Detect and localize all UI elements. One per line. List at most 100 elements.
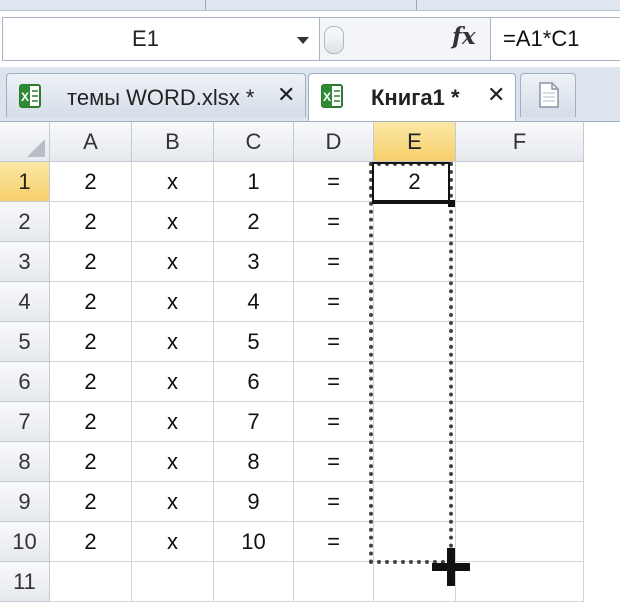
cell-f8[interactable] [456, 442, 584, 482]
cell-c10[interactable]: 10 [214, 522, 294, 562]
cell-a1[interactable]: 2 [50, 162, 132, 202]
column-header-c[interactable]: C [214, 122, 294, 162]
cell-b7[interactable]: x [132, 402, 214, 442]
cell-c5[interactable]: 5 [214, 322, 294, 362]
cell-c1[interactable]: 1 [214, 162, 294, 202]
formula-input[interactable]: =A1*C1 [490, 17, 620, 61]
cell-d4[interactable]: = [294, 282, 374, 322]
formula-text: =A1*C1 [503, 26, 580, 51]
formula-controls: fx [320, 17, 490, 61]
close-icon[interactable]: ✕ [277, 82, 295, 108]
cell-f4[interactable] [456, 282, 584, 322]
tab-workbook-kniga1[interactable]: X Книга1 * ✕ [308, 73, 516, 121]
row-header-1[interactable]: 1 [0, 162, 50, 202]
workbook-tab-bar: X темы WORD.xlsx * ✕ X Книга1 * ✕ [0, 67, 620, 122]
row-header-10[interactable]: 10 [0, 522, 50, 562]
cell-d1[interactable]: = [294, 162, 374, 202]
cell-a4[interactable]: 2 [50, 282, 132, 322]
active-cell-border [372, 162, 450, 204]
cell-f1[interactable] [456, 162, 584, 202]
cell-b2[interactable]: x [132, 202, 214, 242]
cell-f9[interactable] [456, 482, 584, 522]
row-header-5[interactable]: 5 [0, 322, 50, 362]
cell-c3[interactable]: 3 [214, 242, 294, 282]
cell-d3[interactable]: = [294, 242, 374, 282]
cell-f7[interactable] [456, 402, 584, 442]
fill-handle[interactable] [448, 200, 455, 207]
ribbon-bottom-edge [0, 0, 620, 11]
cell-a5[interactable]: 2 [50, 322, 132, 362]
chevron-down-icon[interactable] [297, 37, 309, 44]
column-header-b[interactable]: B [132, 122, 214, 162]
cell-c8[interactable]: 8 [214, 442, 294, 482]
select-all-corner[interactable] [0, 122, 50, 162]
cell-d10[interactable]: = [294, 522, 374, 562]
cell-c9[interactable]: 9 [214, 482, 294, 522]
cell-d2[interactable]: = [294, 202, 374, 242]
tab-workbook-temy-word[interactable]: X темы WORD.xlsx * ✕ [6, 73, 306, 117]
cell-a7[interactable]: 2 [50, 402, 132, 442]
cell-c11[interactable] [214, 562, 294, 602]
cell-d8[interactable]: = [294, 442, 374, 482]
name-box-value: E1 [132, 26, 159, 51]
row-header-3[interactable]: 3 [0, 242, 50, 282]
tab-label: темы WORD.xlsx * [67, 85, 255, 110]
cell-b10[interactable]: x [132, 522, 214, 562]
cell-c6[interactable]: 6 [214, 362, 294, 402]
cell-d5[interactable]: = [294, 322, 374, 362]
cell-b3[interactable]: x [132, 242, 214, 282]
row-header-7[interactable]: 7 [0, 402, 50, 442]
cell-d6[interactable]: = [294, 362, 374, 402]
cell-a11[interactable] [50, 562, 132, 602]
cell-d7[interactable]: = [294, 402, 374, 442]
cell-f6[interactable] [456, 362, 584, 402]
column-header-f[interactable]: F [456, 122, 584, 162]
fill-range-outline [369, 162, 453, 564]
column-header-e[interactable]: E [374, 122, 456, 162]
cell-b5[interactable]: x [132, 322, 214, 362]
row-header-4[interactable]: 4 [0, 282, 50, 322]
cell-d9[interactable]: = [294, 482, 374, 522]
name-box[interactable]: E1 [2, 17, 320, 61]
cell-b6[interactable]: x [132, 362, 214, 402]
cell-f3[interactable] [456, 242, 584, 282]
cell-f10[interactable] [456, 522, 584, 562]
close-icon[interactable]: ✕ [487, 82, 505, 108]
cell-d11[interactable] [294, 562, 374, 602]
tab-label: Книга1 * [371, 85, 460, 110]
column-header-a[interactable]: A [50, 122, 132, 162]
cell-a2[interactable]: 2 [50, 202, 132, 242]
row-header-6[interactable]: 6 [0, 362, 50, 402]
document-icon [539, 82, 559, 108]
cell-f11[interactable] [456, 562, 584, 602]
cell-b4[interactable]: x [132, 282, 214, 322]
select-all-icon [27, 139, 45, 157]
cell-f5[interactable] [456, 322, 584, 362]
svg-text:X: X [21, 90, 29, 104]
row-header-9[interactable]: 9 [0, 482, 50, 522]
cell-a9[interactable]: 2 [50, 482, 132, 522]
row-header-2[interactable]: 2 [0, 202, 50, 242]
column-header-d[interactable]: D [294, 122, 374, 162]
cell-a8[interactable]: 2 [50, 442, 132, 482]
svg-text:X: X [323, 90, 331, 104]
cell-a6[interactable]: 2 [50, 362, 132, 402]
cell-b9[interactable]: x [132, 482, 214, 522]
cell-b1[interactable]: x [132, 162, 214, 202]
cell-c2[interactable]: 2 [214, 202, 294, 242]
insert-function-icon[interactable]: fx [452, 23, 476, 50]
cell-a3[interactable]: 2 [50, 242, 132, 282]
ribbon-group-edge [206, 0, 417, 10]
cell-b11[interactable] [132, 562, 214, 602]
crosshair-plus-icon [432, 548, 470, 586]
ribbon-group-edge [0, 0, 206, 10]
cell-c7[interactable]: 7 [214, 402, 294, 442]
row-header-8[interactable]: 8 [0, 442, 50, 482]
new-workbook-tab[interactable] [520, 73, 576, 117]
resize-handle-icon[interactable] [324, 26, 344, 54]
cell-a10[interactable]: 2 [50, 522, 132, 562]
cell-b8[interactable]: x [132, 442, 214, 482]
row-header-11[interactable]: 11 [0, 562, 50, 602]
cell-c4[interactable]: 4 [214, 282, 294, 322]
cell-f2[interactable] [456, 202, 584, 242]
